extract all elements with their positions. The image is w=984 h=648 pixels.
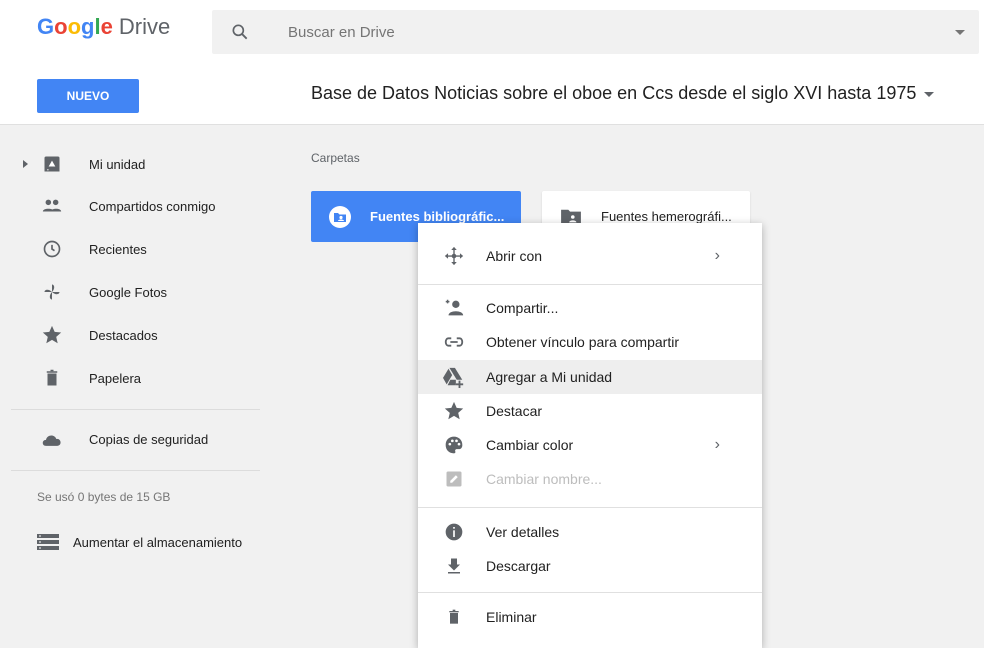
cloud-icon bbox=[40, 427, 64, 451]
clock-icon bbox=[40, 237, 64, 261]
new-button[interactable]: NUEVO bbox=[37, 79, 139, 113]
sidebar-divider bbox=[11, 470, 260, 471]
sidebar-item-label: Recientes bbox=[89, 241, 147, 257]
menu-item-label: Cambiar color bbox=[486, 437, 574, 453]
pinwheel-icon bbox=[40, 280, 64, 304]
sidebar-item-recientes[interactable]: Recientes bbox=[0, 229, 260, 269]
menu-item-obtener-vinculo[interactable]: Obtener vínculo para compartir bbox=[418, 325, 762, 359]
download-icon bbox=[442, 554, 466, 578]
trash-icon bbox=[40, 366, 64, 390]
menu-item-label: Agregar a Mi unidad bbox=[486, 369, 613, 385]
folder-title-chevron-down-icon[interactable] bbox=[924, 91, 935, 97]
sidebar-item-label: Copias de seguridad bbox=[89, 431, 209, 447]
google-wordmark: Google bbox=[37, 14, 113, 39]
upgrade-storage-link[interactable]: Aumentar el almacenamiento bbox=[37, 533, 242, 551]
sidebar-item-mi-unidad[interactable]: Mi unidad bbox=[0, 144, 260, 184]
menu-item-label: Destacar bbox=[486, 403, 543, 419]
pencil-icon bbox=[442, 467, 466, 491]
menu-item-label: Descargar bbox=[486, 558, 551, 574]
menu-item-agregar-a-mi-unidad[interactable]: Agregar a Mi unidad bbox=[418, 360, 762, 394]
storage-icon bbox=[37, 533, 59, 551]
google-drive-logo[interactable]: Google Drive bbox=[37, 14, 170, 40]
menu-item-cambiar-nombre: Cambiar nombre... bbox=[418, 462, 762, 496]
context-menu: Abrir con › Compartir... Obtener vínculo… bbox=[418, 223, 762, 648]
sidebar-item-destacados[interactable]: Destacados bbox=[0, 315, 260, 355]
chevron-right-icon: › bbox=[714, 436, 720, 453]
info-icon bbox=[442, 520, 466, 544]
menu-item-abrir-con[interactable]: Abrir con › bbox=[418, 239, 762, 273]
folders-section-heading: Carpetas bbox=[311, 151, 360, 165]
menu-item-destacar[interactable]: Destacar bbox=[418, 394, 762, 428]
top-bar: Google Drive bbox=[0, 0, 984, 66]
drive-add-icon bbox=[442, 365, 466, 389]
star-icon bbox=[442, 399, 466, 423]
menu-item-label: Abrir con bbox=[486, 248, 543, 264]
menu-item-eliminar[interactable]: Eliminar bbox=[418, 600, 762, 634]
menu-item-label: Cambiar nombre... bbox=[486, 471, 602, 487]
people-icon bbox=[40, 194, 64, 218]
menu-item-cambiar-color[interactable]: Cambiar color › bbox=[418, 428, 762, 462]
sidebar-item-papelera[interactable]: Papelera bbox=[0, 358, 260, 398]
sidebar-item-copias-de-seguridad[interactable]: Copias de seguridad bbox=[0, 419, 260, 459]
sidebar-divider bbox=[11, 409, 260, 410]
sidebar-item-label: Mi unidad bbox=[89, 156, 146, 172]
search-icon[interactable] bbox=[230, 22, 250, 42]
menu-item-descargar[interactable]: Descargar bbox=[418, 549, 762, 583]
search-bar[interactable] bbox=[212, 10, 979, 54]
shared-folder-icon bbox=[328, 205, 352, 229]
trash-icon bbox=[442, 605, 466, 629]
folder-title-text: Base de Datos Noticias sobre el oboe en … bbox=[311, 83, 917, 103]
menu-item-label: Obtener vínculo para compartir bbox=[486, 334, 679, 350]
chevron-right-icon: › bbox=[714, 247, 720, 264]
search-input[interactable] bbox=[288, 20, 888, 44]
sidebar-item-google-fotos[interactable]: Google Fotos bbox=[0, 272, 260, 312]
sidebar-item-compartidos[interactable]: Compartidos conmigo bbox=[0, 186, 260, 226]
upgrade-storage-label: Aumentar el almacenamiento bbox=[73, 534, 243, 550]
menu-divider bbox=[418, 592, 762, 593]
search-options-dropdown-icon[interactable] bbox=[955, 30, 965, 35]
menu-divider bbox=[418, 507, 762, 508]
folder-name: Fuentes bibliográfic... bbox=[370, 209, 505, 224]
move-arrows-icon bbox=[442, 244, 466, 268]
sidebar-item-label: Destacados bbox=[89, 327, 158, 343]
expand-arrow-icon[interactable] bbox=[23, 160, 28, 168]
menu-item-ver-detalles[interactable]: Ver detalles bbox=[418, 515, 762, 549]
sidebar-item-label: Google Fotos bbox=[89, 284, 168, 300]
drive-icon bbox=[40, 152, 64, 176]
menu-item-label: Ver detalles bbox=[486, 524, 560, 540]
menu-divider bbox=[418, 284, 762, 285]
menu-item-label: Eliminar bbox=[486, 609, 537, 625]
menu-item-label: Compartir... bbox=[486, 300, 559, 316]
drive-wordmark: Drive bbox=[118, 14, 171, 39]
folder-name: Fuentes hemerográfi... bbox=[601, 209, 732, 224]
breadcrumb-folder-title[interactable]: Base de Datos Noticias sobre el oboe en … bbox=[311, 83, 935, 104]
star-icon bbox=[40, 323, 64, 347]
sidebar-item-label: Compartidos conmigo bbox=[89, 198, 216, 214]
link-icon bbox=[442, 330, 466, 354]
sidebar: Mi unidad Compartidos conmigo Recientes … bbox=[0, 125, 275, 648]
sidebar-item-label: Papelera bbox=[89, 370, 142, 386]
menu-item-compartir[interactable]: Compartir... bbox=[418, 291, 762, 325]
add-person-icon bbox=[442, 296, 466, 320]
palette-icon bbox=[442, 433, 466, 457]
storage-usage-text: Se usó 0 bytes de 15 GB bbox=[37, 490, 171, 504]
